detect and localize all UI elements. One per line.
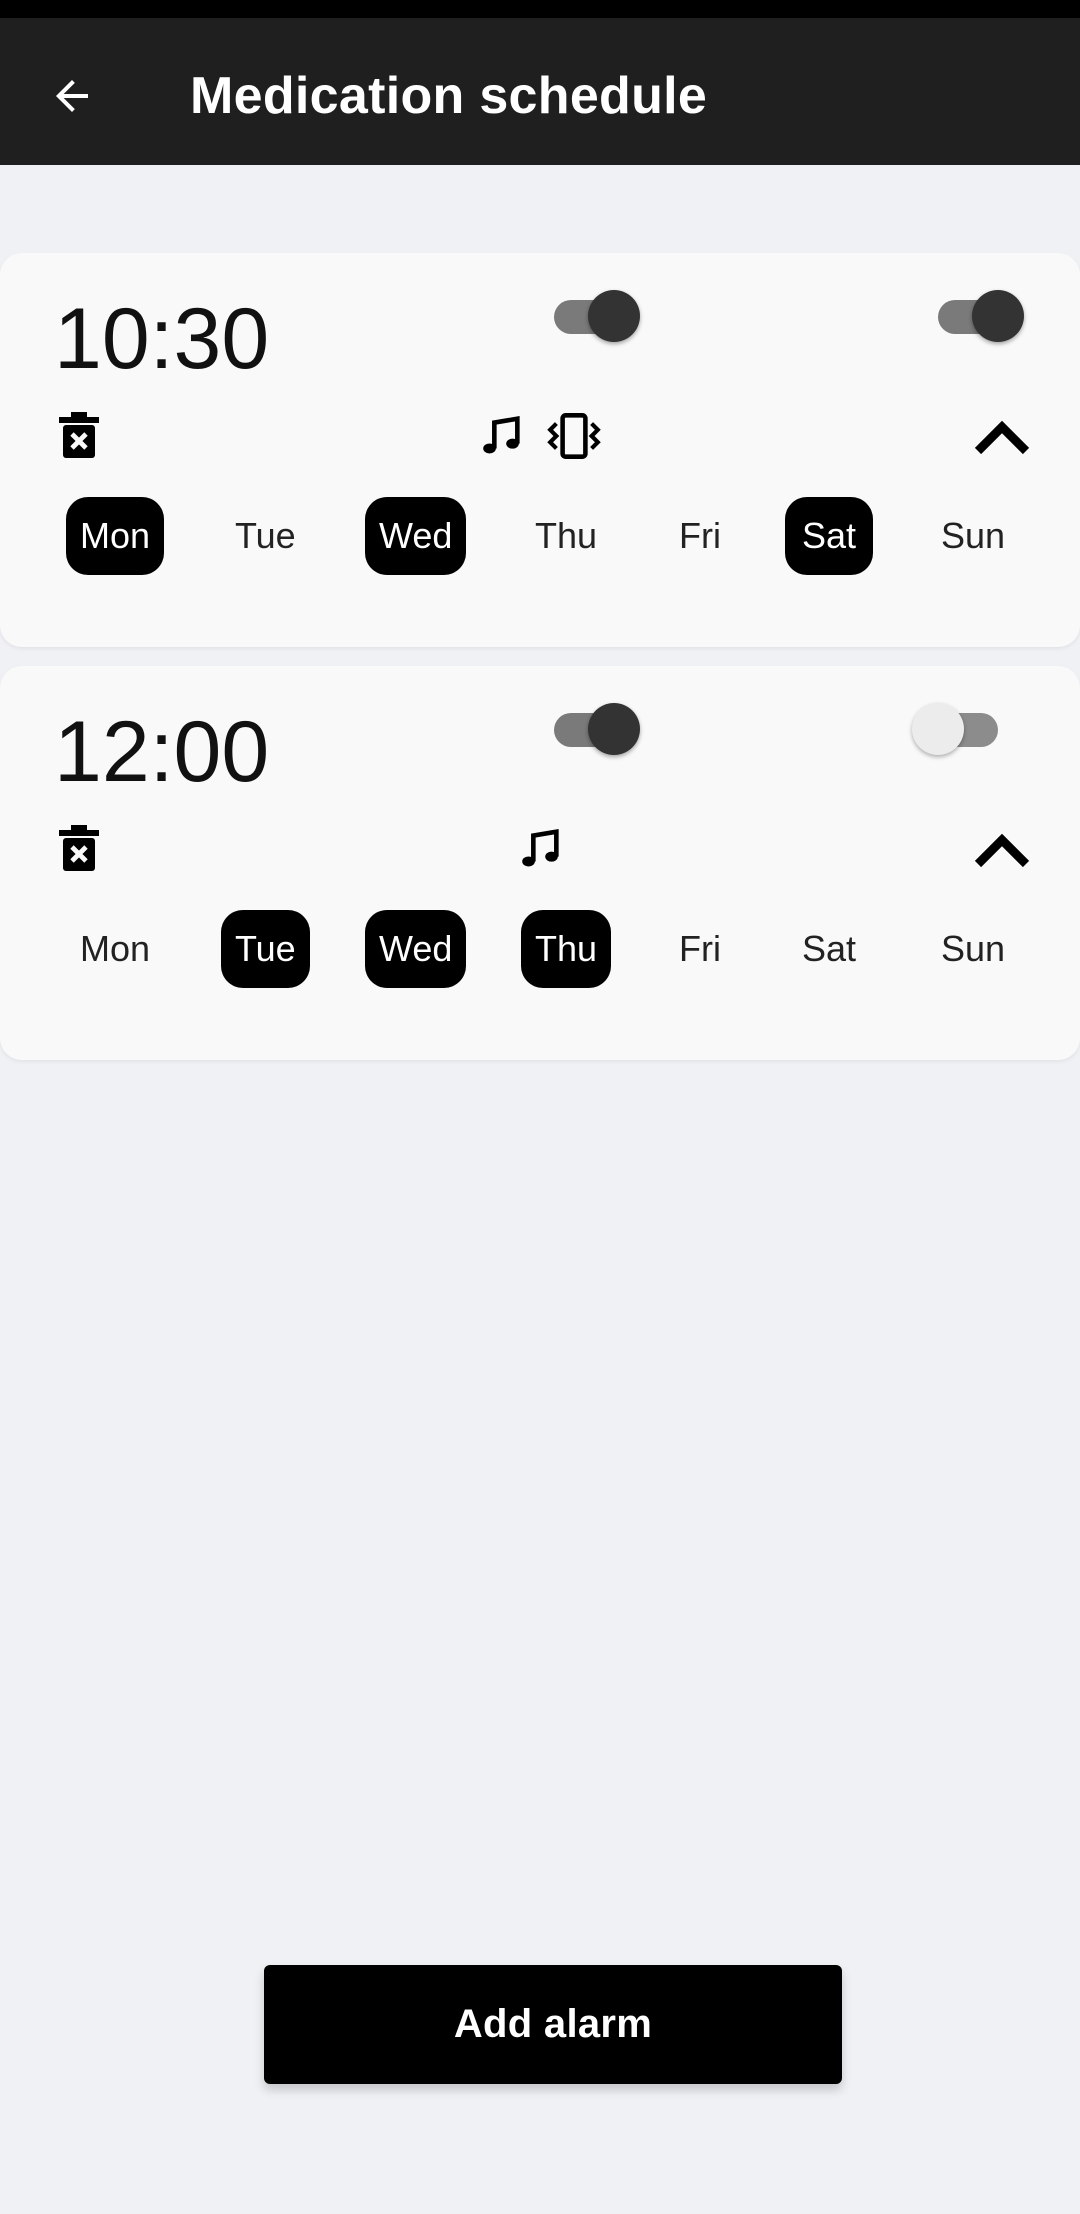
day-thu[interactable]: Thu [521,497,611,575]
day-tue[interactable]: Tue [221,910,310,988]
medication-schedule-screen: Medication schedule 10:30 Mon Tue Wed Th… [0,0,1080,2214]
sound-button[interactable] [476,409,528,463]
day-selector: Mon Tue Wed Thu Fri Sat Sun [0,497,1080,575]
music-note-icon [483,416,520,454]
arrow-left-icon [56,80,88,112]
alarm-secondary-switch[interactable] [932,285,1028,345]
alarm-time[interactable]: 10:30 [54,289,269,389]
day-sat[interactable]: Sat [785,910,873,988]
day-sat[interactable]: Sat [785,497,873,575]
day-fri[interactable]: Fri [656,497,744,575]
sound-button[interactable] [515,822,567,876]
switch-thumb [588,703,640,755]
day-tue[interactable]: Tue [221,497,310,575]
page-title: Medication schedule [190,67,708,125]
back-button[interactable] [40,64,104,128]
delete-icon [59,825,99,871]
alarm-secondary-switch[interactable] [912,698,1010,758]
day-thu[interactable]: Thu [521,910,612,988]
alarm-enabled-switch[interactable] [548,285,644,345]
switch-thumb [972,290,1024,342]
delete-icon [59,412,99,458]
chevron-up-icon [974,833,1030,868]
alarm-card[interactable]: 10:30 Mon Tue Wed Thu Fri Sat Sun [0,253,1080,647]
day-wed[interactable]: Wed [365,910,467,988]
day-wed[interactable]: Wed [365,497,467,575]
alarm-time[interactable]: 12:00 [54,702,269,802]
day-selector: Mon Tue Wed Thu Fri Sat Sun [0,910,1080,988]
day-sun[interactable]: Sun [927,910,1019,988]
status-bar [0,0,1080,18]
alarm-enabled-switch[interactable] [548,698,644,758]
app-bar: Medication schedule [0,18,1080,165]
collapse-button[interactable] [970,826,1034,874]
vibrate-icon [547,413,601,459]
day-fri[interactable]: Fri [656,910,744,988]
chevron-up-icon [974,420,1030,455]
collapse-button[interactable] [970,413,1034,461]
vibrate-button[interactable] [544,409,604,463]
delete-alarm-button[interactable] [54,820,104,876]
alarm-card[interactable]: 12:00 Mon Tue Wed Thu Fri Sat Sun [0,666,1080,1060]
switch-thumb [912,703,964,755]
day-sun[interactable]: Sun [927,497,1019,575]
day-mon[interactable]: Mon [66,910,164,988]
switch-thumb [588,290,640,342]
add-alarm-button[interactable]: Add alarm [264,1965,842,2084]
music-note-icon [522,829,559,867]
delete-alarm-button[interactable] [54,407,104,463]
day-mon[interactable]: Mon [66,497,165,575]
